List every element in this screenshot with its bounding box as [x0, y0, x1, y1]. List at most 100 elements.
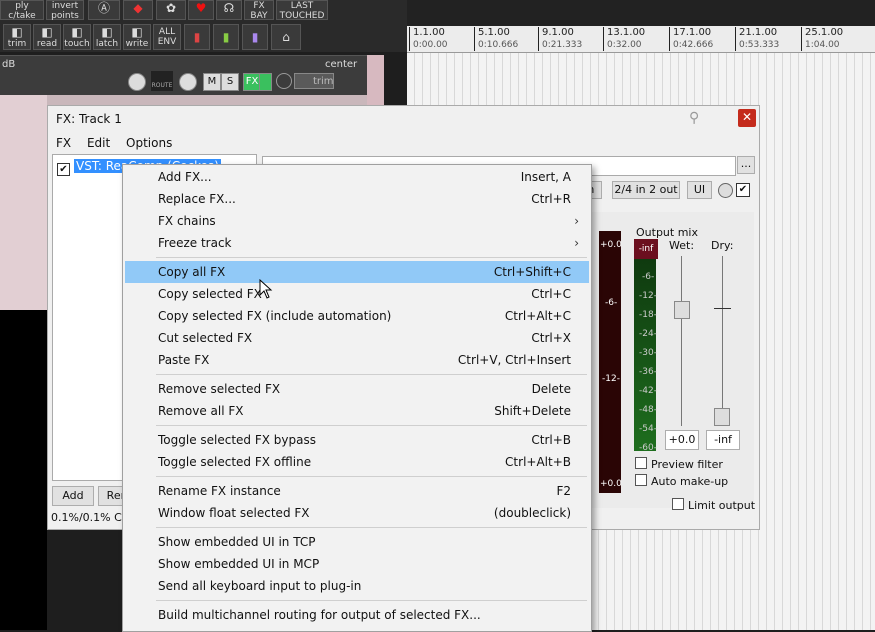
track-control-panel[interactable]: dB center ROUTE M S FX trim: [0, 55, 367, 96]
latch-label: latch: [95, 39, 119, 49]
ruler-mark: 17.1.00 0:42.666: [669, 27, 713, 51]
db-scale-label: -36-: [639, 367, 657, 377]
invert-points-button[interactable]: invert points: [46, 0, 84, 21]
menu-item-build-multichannel[interactable]: Build multichannel routing for output of…: [125, 604, 589, 626]
favorite-heart-icon[interactable]: ♥: [188, 0, 214, 20]
menu-item-remove-all-fx[interactable]: Remove all FX Shift+Delete: [125, 400, 589, 422]
limit-output-option[interactable]: Limit output: [672, 498, 755, 512]
auto-makeup-label: Auto make-up: [651, 475, 729, 488]
fx-enable-checkbox[interactable]: ✔: [57, 163, 70, 176]
ruler-mark: 13.1.00 0:32.00: [603, 27, 645, 51]
menu-item-toggle-offline[interactable]: Toggle selected FX offline Ctrl+Alt+B: [125, 451, 589, 473]
write-label: write: [125, 39, 149, 49]
dry-label: Dry:: [711, 239, 734, 252]
menu-item-toggle-bypass[interactable]: Toggle selected FX bypass Ctrl+B: [125, 429, 589, 451]
solo-button[interactable]: S: [221, 73, 239, 91]
meter-mid-label: -6-: [605, 298, 618, 308]
options-menu[interactable]: Options: [126, 136, 172, 150]
db-scale-label: -12-: [639, 291, 657, 301]
dry-slider[interactable]: [714, 408, 730, 426]
dry-value-field[interactable]: -inf: [706, 430, 740, 450]
wet-slider[interactable]: [674, 301, 690, 319]
menu-item-send-keyboard[interactable]: Send all keyboard input to plug-in: [125, 575, 589, 597]
fx-window-title: FX: Track 1: [56, 112, 122, 126]
envelope-purple-icon[interactable]: ▮: [242, 24, 268, 50]
mute-button[interactable]: M: [203, 73, 221, 91]
fx-bypass-icon[interactable]: [259, 73, 272, 91]
volume-db-label: dB: [2, 59, 16, 70]
db-scale-label: -24-: [639, 329, 657, 339]
auto-makeup-option[interactable]: Auto make-up: [635, 474, 728, 488]
menu-item-freeze-track[interactable]: Freeze track ›: [125, 232, 589, 254]
track-lane-strip: [0, 95, 367, 105]
db-scale-label: -48-: [639, 405, 657, 415]
trim-label: trim: [7, 39, 27, 49]
snap-icon[interactable]: ✿: [156, 0, 186, 20]
read-mode-button[interactable]: ◧ read: [33, 24, 61, 50]
menu-item-replace-fx[interactable]: Replace FX... Ctrl+R: [125, 188, 589, 210]
last-touched-label: LAST TOUCHED: [279, 1, 325, 21]
menu-item-fx-chains[interactable]: FX chains ›: [125, 210, 589, 232]
fx-enabled-checkbox[interactable]: ✔: [736, 183, 750, 197]
apply-take-button[interactable]: ply c/take: [0, 0, 44, 21]
menu-item-copy-selected-fx[interactable]: Copy selected FX Ctrl+C: [125, 283, 589, 305]
pin-icon[interactable]: ⚲: [689, 110, 699, 126]
preview-filter-option[interactable]: Preview filter: [635, 457, 723, 471]
edit-menu[interactable]: Edit: [87, 136, 110, 150]
wet-dry-knob[interactable]: [718, 183, 733, 198]
read-icon: ◧: [41, 25, 53, 39]
ruler-mark: 9.1.00 0:21.333: [538, 27, 582, 51]
limit-output-checkbox[interactable]: [672, 498, 684, 510]
menu-item-show-ui-tcp[interactable]: Show embedded UI in TCP: [125, 531, 589, 553]
menu-item-copy-selected-fx-automation[interactable]: Copy selected FX (include automation) Ctr…: [125, 305, 589, 327]
ruler-region-bar: [407, 0, 875, 26]
menu-item-remove-selected-fx[interactable]: Remove selected FX Delete: [125, 378, 589, 400]
preview-filter-checkbox[interactable]: [635, 457, 647, 469]
timeline-ruler[interactable]: 1.1.00 0:00.00 5.1.00 0:10.666 9.1.00 0:21.…: [407, 0, 875, 53]
preset-menu-button[interactable]: ...: [737, 156, 755, 174]
add-fx-button[interactable]: Add: [52, 486, 94, 506]
last-touched-button[interactable]: LAST TOUCHED: [276, 0, 328, 21]
fx-menu[interactable]: FX: [56, 136, 71, 150]
latch-mode-button[interactable]: ◧ latch: [93, 24, 121, 50]
close-button[interactable]: ✕: [738, 109, 756, 127]
menu-item-add-fx[interactable]: Add FX... Insert, A: [125, 166, 589, 188]
menu-item-paste-fx[interactable]: Paste FX Ctrl+V, Ctrl+Insert: [125, 349, 589, 371]
invert-points-label: invert points: [51, 1, 79, 21]
ruler-mark: 5.1.00 0:10.666: [474, 27, 518, 51]
fx-context-menu: Add FX... Insert, A Replace FX... Ctrl+R F…: [122, 164, 592, 632]
touch-mode-button[interactable]: ◧ touch: [63, 24, 91, 50]
fx-bay-label: FX BAY: [250, 1, 268, 21]
db-scale-label: -42-: [639, 386, 657, 396]
menu-item-rename-fx[interactable]: Rename FX instance F2: [125, 480, 589, 502]
headphones-icon[interactable]: ☊: [216, 0, 242, 20]
touch-label: touch: [64, 39, 90, 49]
all-env-button[interactable]: ALL ENV: [153, 24, 181, 50]
write-mode-button[interactable]: ◧ write: [123, 24, 151, 50]
menu-item-show-ui-mcp[interactable]: Show embedded UI in MCP: [125, 553, 589, 575]
empty-track-area: [0, 310, 47, 630]
trim-mode-button[interactable]: ◧ trim: [3, 24, 31, 50]
envelope-trim-button[interactable]: trim: [294, 73, 334, 89]
volume-knob[interactable]: [128, 73, 146, 91]
phase-icon[interactable]: [276, 73, 292, 89]
wet-value-field[interactable]: +0.0: [665, 430, 699, 450]
ui-button[interactable]: UI: [687, 181, 712, 199]
envelope-red-icon[interactable]: ▮: [184, 24, 210, 50]
route-button[interactable]: ROUTE: [151, 71, 173, 91]
pan-knob[interactable]: [179, 73, 197, 91]
color-palette-icon[interactable]: ◆: [123, 0, 153, 20]
home-icon[interactable]: ⌂: [271, 24, 301, 50]
anarchy-icon[interactable]: Ⓐ: [88, 0, 120, 20]
menu-item-copy-all-fx[interactable]: Copy all FX Ctrl+Shift+C: [125, 261, 589, 283]
auto-makeup-checkbox[interactable]: [635, 474, 647, 486]
output-mix-label: Output mix: [636, 226, 698, 239]
main-toolbar: ply c/take invert points Ⓐ ◆ ✿ ♥ ☊ FX BA…: [0, 0, 407, 52]
fx-bay-button[interactable]: FX BAY: [244, 0, 274, 21]
io-routing-button[interactable]: 2/4 in 2 out: [612, 181, 680, 199]
menu-separator: [156, 527, 587, 528]
menu-item-cut-selected-fx[interactable]: Cut selected FX Ctrl+X: [125, 327, 589, 349]
envelope-green-icon[interactable]: ▮: [213, 24, 239, 50]
menu-separator: [156, 600, 587, 601]
menu-item-window-float[interactable]: Window float selected FX (doubleclick): [125, 502, 589, 524]
